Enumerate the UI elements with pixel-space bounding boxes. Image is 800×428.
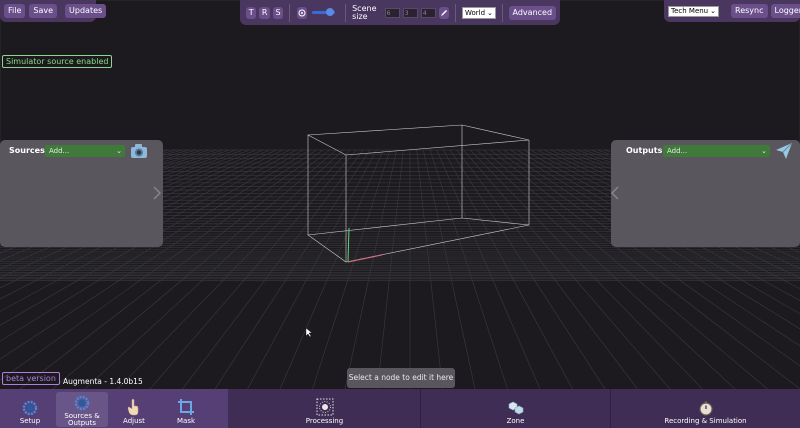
left-toolbar: File Save Updates: [0, 0, 107, 22]
file-button[interactable]: File: [4, 4, 26, 18]
outputs-panel: Outputs Add... ⌄: [611, 140, 800, 247]
outputs-add-select[interactable]: Add... ⌄: [663, 145, 770, 157]
edit-button[interactable]: [438, 6, 450, 19]
mouse-cursor-icon: [305, 327, 313, 338]
cubes-icon: [508, 401, 523, 415]
scene-size-y[interactable]: 3: [402, 7, 418, 18]
resync-button[interactable]: Resync: [731, 4, 768, 18]
hand-pointer-icon: [127, 398, 139, 416]
tab-adjust[interactable]: Adjust: [112, 389, 156, 428]
chevron-right-icon[interactable]: [153, 186, 161, 200]
sources-title: Sources: [9, 146, 45, 155]
send-icon[interactable]: [775, 142, 793, 160]
chevron-down-icon: ⌄: [710, 7, 716, 15]
pencil-icon: [441, 9, 448, 16]
scene-size-x[interactable]: 6: [384, 7, 400, 18]
tab-recording-simulation[interactable]: Recording & Simulation: [611, 389, 800, 428]
slider-knob[interactable]: [326, 8, 335, 16]
camera-icon: [298, 9, 306, 16]
tab-mask[interactable]: Mask: [164, 389, 208, 428]
gear-icon: [22, 400, 38, 416]
updates-button[interactable]: Updates: [65, 4, 107, 18]
tab-processing[interactable]: Processing: [229, 389, 420, 428]
crop-icon: [178, 399, 194, 415]
tooltip: Select a node to edit it here: [347, 368, 455, 388]
gear-icon: [74, 395, 90, 411]
tab-mask-label: Mask: [176, 417, 196, 425]
rotate-button[interactable]: R: [259, 6, 270, 19]
sources-panel: Sources Add... ⌄: [0, 140, 163, 247]
tab-setup-label: Setup: [19, 417, 41, 425]
advanced-button[interactable]: Advanced: [508, 5, 557, 20]
sources-add-select[interactable]: Add... ⌄: [45, 145, 125, 157]
tab-setup[interactable]: Setup: [8, 389, 52, 428]
center-toolbar: T R S Scene size 6 3 4 World ⌄ Advanced: [240, 0, 560, 25]
tab-processing-label: Processing: [305, 417, 344, 425]
tech-menu-select[interactable]: Tech Menu ⌄: [668, 5, 719, 17]
chevron-left-icon[interactable]: [611, 186, 619, 200]
version-label: Augmenta - 1.4.0b15: [63, 377, 143, 386]
outputs-title: Outputs: [626, 146, 663, 155]
right-toolbar: Tech Menu ⌄ Resync Logger: [664, 0, 800, 22]
camera-slider[interactable]: [312, 8, 335, 16]
tab-sources-outputs-label: Sources & Outputs: [64, 412, 100, 427]
beta-version-badge: beta version: [2, 372, 60, 385]
chevron-down-icon: ⌄: [761, 147, 767, 155]
tab-adjust-label: Adjust: [123, 417, 145, 425]
stopwatch-icon: [698, 401, 713, 416]
bottom-tab-bar: Setup Sources & Outputs Adjust Mask Proc…: [0, 389, 800, 428]
tab-sources-outputs[interactable]: Sources & Outputs: [58, 389, 106, 428]
chevron-down-icon: ⌄: [116, 147, 122, 155]
tab-zone-label: Zone: [506, 417, 525, 425]
save-button[interactable]: Save: [29, 4, 58, 18]
processing-icon: [316, 398, 333, 416]
logger-button[interactable]: Logger: [770, 4, 800, 18]
chevron-down-icon: ⌄: [487, 8, 493, 17]
scene-size-label: Scene size: [352, 3, 377, 21]
camera-source-icon[interactable]: [130, 143, 148, 159]
scene-size-z[interactable]: 4: [420, 7, 436, 18]
tab-zone[interactable]: Zone: [421, 389, 610, 428]
space-select[interactable]: World ⌄: [461, 6, 496, 19]
translate-button[interactable]: T: [246, 6, 257, 19]
camera-button[interactable]: [296, 6, 308, 19]
simulator-source-badge: Simulator source enabled: [2, 55, 113, 68]
scale-button[interactable]: S: [272, 6, 284, 19]
tab-recording-label: Recording & Simulation: [664, 417, 747, 425]
